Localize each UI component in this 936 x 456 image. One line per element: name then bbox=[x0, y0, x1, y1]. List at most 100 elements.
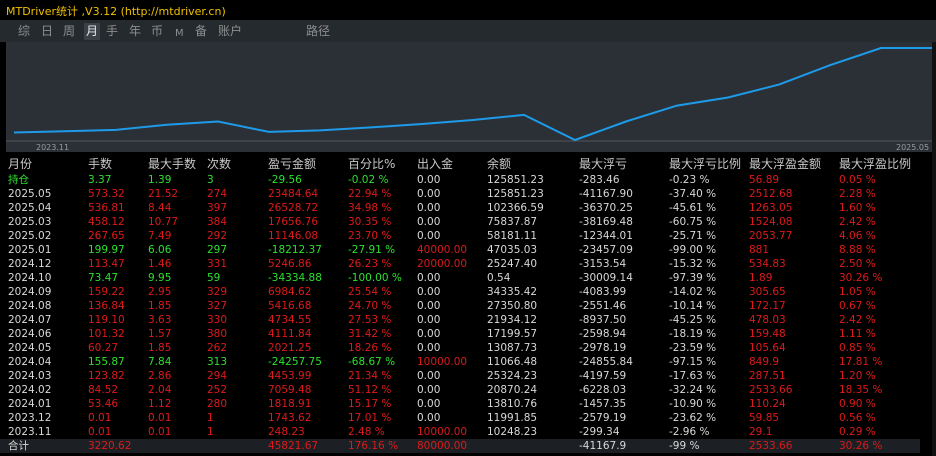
scrollbar[interactable] bbox=[932, 42, 936, 456]
tab-day[interactable]: 日 bbox=[41, 23, 53, 40]
tab-month[interactable]: 月 bbox=[84, 23, 101, 40]
table-row[interactable]: 2025.03 458.12 10.77 384 17656.76 30.35 % 0.00… bbox=[0, 215, 920, 229]
table-row-cell-3: 331 bbox=[207, 258, 228, 270]
table-row-cell-2: 7.49 bbox=[148, 230, 172, 242]
table-row-cell-1: 123.82 bbox=[88, 370, 125, 382]
table-row-cell-4: 4453.99 bbox=[268, 370, 312, 382]
table-row-cell-7: 25324.23 bbox=[487, 370, 538, 382]
table-row-cell-4: -34334.88 bbox=[268, 272, 322, 284]
table-row-cell-5: 24.70 % bbox=[348, 300, 392, 312]
table-row-cell-1: 0.01 bbox=[88, 426, 112, 438]
table-row-cell-11: 18.35 % bbox=[839, 384, 883, 396]
total-row-cell-0: 合计 bbox=[0, 439, 88, 453]
table-row-cell-9: -17.63 % bbox=[669, 370, 717, 382]
stats-table: 月份 手数 最大手数 次数 盈亏金额 百分比% 出入金 余额 最大浮亏 最大浮亏比例 最大浮盈金额 最… bbox=[0, 155, 936, 453]
table-row-cell-10: 59.85 bbox=[749, 412, 780, 424]
table-row[interactable]: 2024.06 101.32 1.57 380 4111.84 31.42 % 0.00 17… bbox=[0, 327, 920, 341]
table-row[interactable]: 2025.01 199.97 6.06 297 -18212.37 -27.91 % 400… bbox=[0, 243, 920, 257]
tab-account[interactable]: 账户 bbox=[218, 23, 242, 40]
table-row-cell-7: 47035.03 bbox=[487, 244, 538, 256]
table-row-cell-1: 267.65 bbox=[88, 230, 125, 242]
table-row[interactable]: 2025.02 267.65 7.49 292 11146.08 23.70 % 0.00 5… bbox=[0, 229, 920, 243]
table-row-cell-8: -3153.54 bbox=[579, 258, 627, 270]
table-row[interactable]: 2024.03 123.82 2.86 294 4453.99 21.34 % 0.00 25… bbox=[0, 369, 920, 383]
table-row-cell-3: 280 bbox=[207, 398, 228, 410]
table-row-cell-3: 294 bbox=[207, 370, 228, 382]
table-row-cell-10: 534.83 bbox=[749, 258, 786, 270]
table-row-cell-0: 2024.08 bbox=[8, 300, 52, 312]
table-row-cell-9: -2.96 % bbox=[669, 426, 710, 438]
table-row-cell-0: 2024.07 bbox=[8, 314, 52, 326]
table-row-cell-2: 1.46 bbox=[148, 258, 172, 270]
tab-m[interactable]: M bbox=[175, 25, 184, 42]
table-row-cell-7: 10248.23 bbox=[487, 426, 538, 438]
table-row[interactable]: 2025.05 573.32 21.52 274 23484.64 22.94 % 0.00… bbox=[0, 187, 920, 201]
table-row-cell-11: 1.05 % bbox=[839, 286, 876, 298]
table-row-cell-1: 136.84 bbox=[88, 300, 125, 312]
table-row-cell-2: 0.01 bbox=[148, 426, 172, 438]
table-row[interactable]: 2024.04 155.87 7.84 313 -24257.75 -68.67 % 100… bbox=[0, 355, 920, 369]
table-row-cell-1: 84.52 bbox=[88, 384, 119, 396]
table-row-cell-9: -23.62 % bbox=[669, 412, 717, 424]
table-row[interactable]: 2024.01 53.46 1.12 280 1818.91 15.17 % 0.00 138… bbox=[0, 397, 920, 411]
table-row-cell-4: -18212.37 bbox=[268, 244, 322, 256]
table-row-cell-6: 0.00 bbox=[417, 230, 441, 242]
tab-overview[interactable]: 综 bbox=[18, 23, 30, 40]
tab-year[interactable]: 年 bbox=[129, 23, 141, 40]
table-row[interactable]: 2024.02 84.52 2.04 252 7059.48 51.12 % 0.00 208… bbox=[0, 383, 920, 397]
holding-row-cell-3: 3 bbox=[207, 173, 268, 187]
tab-lots[interactable]: 手 bbox=[106, 23, 118, 40]
table-row-cell-5: 2.48 % bbox=[348, 426, 385, 438]
table-row-cell-4: 26528.72 bbox=[268, 202, 319, 214]
table-row[interactable]: 2023.11 0.01 0.01 1 248.23 2.48 % 10000.00 1024… bbox=[0, 425, 920, 439]
table-row-cell-6: 0.00 bbox=[417, 342, 441, 354]
table-row[interactable]: 2024.05 60.27 1.85 262 2021.25 18.26 % 0.00 130… bbox=[0, 341, 920, 355]
table-row-cell-3: 1 bbox=[207, 412, 214, 424]
table-row-cell-7: 21934.12 bbox=[487, 314, 538, 326]
table-row-cell-6: 0.00 bbox=[417, 202, 441, 214]
table-row-cell-8: -6228.03 bbox=[579, 384, 627, 396]
table-row-cell-3: 59 bbox=[207, 272, 221, 284]
table-row-cell-8: -2551.46 bbox=[579, 300, 627, 312]
tab-path[interactable]: 路径 bbox=[306, 23, 330, 40]
table-row[interactable]: 2024.07 119.10 3.63 330 4734.55 27.53 % 0.00 21… bbox=[0, 313, 920, 327]
table-row-cell-0: 2024.02 bbox=[8, 384, 52, 396]
tab-currency[interactable]: 币 bbox=[151, 23, 163, 40]
table-row-cell-2: 21.52 bbox=[148, 188, 179, 200]
table-row-cell-3: 274 bbox=[207, 188, 228, 200]
table-row[interactable]: 2024.12 113.47 1.46 331 5246.86 26.23 % 20000.… bbox=[0, 257, 920, 271]
table-header[interactable]: 月份 手数 最大手数 次数 盈亏金额 百分比% 出入金 余额 最大浮亏 最大浮亏比例 最大浮盈金额 最… bbox=[0, 155, 920, 173]
window-title: MTDriver统计 ,V3.12 (http://mtdriver.cn) bbox=[6, 5, 226, 18]
table-row-cell-6: 0.00 bbox=[417, 412, 441, 424]
table-row-cell-7: 75837.87 bbox=[487, 216, 538, 228]
table-row-cell-0: 2024.06 bbox=[8, 328, 52, 340]
balance-chart: 2023.11 2025.05 bbox=[6, 42, 936, 152]
table-row-cell-5: 17.01 % bbox=[348, 412, 392, 424]
holding-row-cell-8: -283.46 bbox=[579, 173, 669, 187]
table-row-cell-11: 2.42 % bbox=[839, 314, 876, 326]
tab-note[interactable]: 备 bbox=[195, 23, 207, 40]
table-row[interactable]: 2023.12 0.01 0.01 1 1743.62 17.01 % 0.00 11991.… bbox=[0, 411, 920, 425]
holding-row-cell-1: 3.37 bbox=[88, 173, 148, 187]
table-row[interactable]: 2024.10 73.47 9.95 59 -34334.88 -100.00 % 0.00… bbox=[0, 271, 920, 285]
table-row-cell-2: 9.95 bbox=[148, 272, 172, 284]
table-row-cell-10: 1.89 bbox=[749, 272, 773, 284]
holding-row[interactable]: 持仓 3.37 1.39 3 -29.56 -0.02 % 0.00 125851.23 -28… bbox=[0, 173, 920, 187]
table-row-cell-0: 2025.04 bbox=[8, 202, 52, 214]
table-row-cell-1: 53.46 bbox=[88, 398, 119, 410]
tab-week[interactable]: 周 bbox=[63, 23, 75, 40]
table-row-cell-0: 2024.04 bbox=[8, 356, 52, 368]
tab-bar: 综 日 周 月 手 年 币 M 备 账户 路径 bbox=[0, 20, 936, 42]
table-row[interactable]: 2024.09 159.22 2.95 329 6984.62 25.54 % 0.00 34… bbox=[0, 285, 920, 299]
table-header-cell-3: 次数 bbox=[207, 157, 232, 171]
table-row-cell-10: 478.03 bbox=[749, 314, 786, 326]
total-row[interactable]: 合计 3220.62 45821.67 176.16 % 80000.00 -41167.… bbox=[0, 439, 920, 453]
table-header-cell-9: 最大浮亏比例 bbox=[669, 157, 742, 171]
table-row[interactable]: 2024.08 136.84 1.85 327 5416.68 24.70 % 0.00 27… bbox=[0, 299, 920, 313]
holding-row-cell-4: -29.56 bbox=[268, 173, 348, 187]
table-row-cell-11: 1.20 % bbox=[839, 370, 876, 382]
table-row-cell-8: -41167.90 bbox=[579, 188, 633, 200]
table-row-cell-3: 380 bbox=[207, 328, 228, 340]
table-row[interactable]: 2025.04 536.81 8.44 397 26528.72 34.98 % 0.00 1… bbox=[0, 201, 920, 215]
table-row-cell-11: 0.56 % bbox=[839, 412, 876, 424]
